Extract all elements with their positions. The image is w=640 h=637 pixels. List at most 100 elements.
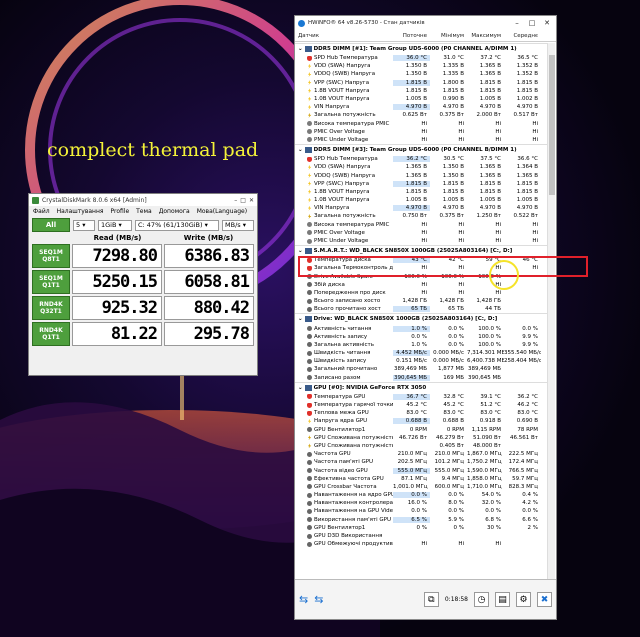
sensor-row[interactable]: Навантаження на ядро GPU 0.0 % 0.0 % 54.0 %…: [295, 491, 548, 499]
nav-arrows-2-icon[interactable]: ⇆: [314, 593, 323, 606]
sensor-row[interactable]: VPP (SWC) Напруга 1.815 В 1.815 В 1.815 В 1.…: [295, 180, 548, 188]
sensor-row[interactable]: GPU Crossbar Частота 1,001.0 МГц 600.0 МГц…: [295, 483, 548, 491]
test-button[interactable]: RND4K Q32T1: [32, 296, 70, 320]
col-current[interactable]: Поточне: [393, 33, 430, 39]
sensor-row[interactable]: SPD Hub Температура 36.0 °C 31.0 °C 37.2 °C…: [295, 54, 548, 62]
hwinfo-titlebar[interactable]: HWiNFO® 64 v8.26-5730 - Стан датчиків – …: [295, 16, 556, 30]
maximize-icon[interactable]: □: [240, 197, 246, 204]
sensor-group-header[interactable]: ⌄ DDR5 DIMM [#3]: Team Group UD5-6000 (P0…: [295, 144, 548, 156]
sensor-row[interactable]: VIN Напруга 4.970 В 4.970 В 4.970 В 4.970 В: [295, 204, 548, 212]
collapse-chevron-icon[interactable]: ⌄: [298, 147, 303, 153]
sensor-row[interactable]: Теплова межа GPU 83.0 °C 83.0 °C 83.0 °C 83.…: [295, 409, 548, 417]
sensor-row[interactable]: GPU Вентилятор1 0 % 0 % 30 % 2 %: [295, 524, 548, 532]
sensor-row[interactable]: Температура GPU 36.7 °C 32.8 °C 39.1 °C 36.2…: [295, 393, 548, 401]
minimize-icon[interactable]: –: [511, 19, 523, 27]
sensor-row[interactable]: PMIC Under Voltage Ні Ні Ні Ні: [295, 136, 548, 144]
maximize-icon[interactable]: □: [526, 19, 538, 27]
scrollbar[interactable]: [547, 43, 555, 581]
close-icon[interactable]: ✕: [541, 19, 553, 27]
menu-theme[interactable]: Тема: [136, 208, 152, 215]
menu-profile[interactable]: Profile: [110, 208, 129, 215]
sensor-row[interactable]: 1.8В VOUT Напруга 1.815 В 1.815 В 1.815 В 1.…: [295, 188, 548, 196]
close-sensors-icon[interactable]: ✖: [537, 592, 552, 607]
sensor-row[interactable]: Активність читання 1.0 % 0.0 % 100.0 % 0.0 %: [295, 324, 548, 332]
sensor-row[interactable]: VDD (SWA) Напруга 1.365 В 1.350 В 1.365 В 1.…: [295, 163, 548, 171]
sensor-row[interactable]: Загальна потужність 0.625 Вт 0.375 Вт 2.000…: [295, 111, 548, 119]
sensor-group-header[interactable]: ⌄ Drive: WD_BLACK SN850X 1000GB (25025A80…: [295, 313, 548, 325]
sensor-row[interactable]: Загальна потужність 0.750 Вт 0.375 Вт 1.250…: [295, 212, 548, 220]
col-sensor[interactable]: Датчик: [295, 33, 393, 39]
sensor-row[interactable]: VDD (SWA) Напруга 1.350 В 1.335 В 1.365 В 1.…: [295, 62, 548, 70]
sensor-row[interactable]: Швидкість запису 0.151 МБ/с 0.000 МБ/с 6,40…: [295, 357, 548, 365]
sensor-row[interactable]: Температура гарячої точки GPU 45.2 °C 45.2…: [295, 401, 548, 409]
test-button[interactable]: RND4K Q1T1: [32, 322, 70, 346]
sensor-row[interactable]: Частота відео GPU 555.0 МГц 555.0 МГц 1,590…: [295, 466, 548, 474]
sensor-row[interactable]: Записано разом 390,645 МБ 169 МБ 390,645 МБ: [295, 374, 548, 382]
settings-icon[interactable]: ⚙: [516, 592, 531, 607]
sensor-row[interactable]: Навантаження контролера пам'яті 16.0 % 8.0…: [295, 499, 548, 507]
all-button[interactable]: All: [32, 218, 70, 232]
sensor-row[interactable]: GPU Обмежуючі продуктивність Ні Ні Ні: [295, 540, 548, 548]
collapse-chevron-icon[interactable]: ⌄: [298, 316, 303, 322]
test-button[interactable]: SEQ1M Q1T1: [32, 270, 70, 294]
sensor-row[interactable]: Висока температура PMIC Ні Ні Ні Ні: [295, 120, 548, 128]
sensor-group-header[interactable]: ⌄ S.M.A.R.T.: WD_BLACK SN850X 1000GB (250…: [295, 245, 548, 257]
sensor-row[interactable]: GPU Споживана потужність Ліміт 0.405 Вт 48…: [295, 442, 548, 450]
clock-icon[interactable]: ◷: [474, 592, 489, 607]
test-button[interactable]: SEQ1M Q8T1: [32, 244, 70, 268]
sensor-row[interactable]: Використання пам'яті GPU 6.5 % 5.9 % 6.8 % 6…: [295, 516, 548, 524]
sensor-row[interactable]: 1.0В VOUT Напруга 1.005 В 1.005 В 1.005 В 1.…: [295, 196, 548, 204]
sensor-row[interactable]: GPU Вентилятор1 0 RPM 0 RPM 1,115 RPM 78 RPM: [295, 426, 548, 434]
menu-language[interactable]: Мова(Language): [197, 208, 247, 215]
cdm-titlebar[interactable]: CrystalDiskMark 8.0.6 x64 [Admin] – □ ✕: [29, 194, 257, 206]
crystaldiskmark-window[interactable]: CrystalDiskMark 8.0.6 x64 [Admin] – □ ✕ …: [28, 193, 258, 376]
sensor-group-header[interactable]: ⌄ DDR5 DIMM [#1]: Team Group UD5-6000 (P0…: [295, 43, 548, 54]
sensor-row[interactable]: 1.0В VOUT Напруга 1.005 В 0.990 В 1.005 В 1.…: [295, 95, 548, 103]
hwinfo-window[interactable]: HWiNFO® 64 v8.26-5730 - Стан датчиків – …: [294, 15, 557, 620]
sensor-row[interactable]: Частота пам'яті GPU 202.5 МГц 101.2 МГц 1,7…: [295, 458, 548, 466]
sensor-row[interactable]: VPP (SWC) Напруга 1.815 В 1.800 В 1.815 В 1.…: [295, 79, 548, 87]
collapse-chevron-icon[interactable]: ⌄: [298, 46, 303, 52]
collapse-chevron-icon[interactable]: ⌄: [298, 248, 303, 254]
sensor-row[interactable]: PMIC Over Voltage Ні Ні Ні Ні: [295, 128, 548, 136]
size-select[interactable]: 1GiB ▾: [98, 219, 132, 231]
scroll-thumb[interactable]: [549, 55, 555, 195]
sensor-row[interactable]: Активність запису 0.0 % 0.0 % 100.0 % 9.9 %: [295, 333, 548, 341]
sensor-row[interactable]: Частота GPU 210.0 МГц 210.0 МГц 1,867.0 МГц…: [295, 450, 548, 458]
unit-select[interactable]: MB/s ▾: [222, 219, 254, 231]
count-select[interactable]: 5 ▾: [73, 219, 95, 231]
drive-select[interactable]: C: 47% (61/130GiB) ▾: [135, 219, 219, 231]
col-avg[interactable]: Середнє: [504, 33, 541, 39]
sensor-row[interactable]: Напруга ядра GPU 0.688 В 0.688 В 0.918 В 0.6…: [295, 417, 548, 425]
menu-settings[interactable]: Налаштування: [57, 208, 104, 215]
sensor-row[interactable]: Всього прочитано хост 65 ТБ 65 ТБ 44 ТБ: [295, 305, 548, 313]
sensor-row[interactable]: Швидкість читання 4.452 МБ/с 0.000 МБ/с 7,3…: [295, 349, 548, 357]
sensor-row[interactable]: GPU D3D Використання: [295, 532, 548, 540]
sensor-row[interactable]: Загальний прочитано 389,469 МБ 1,877 МБ 389…: [295, 365, 548, 373]
network-icon[interactable]: ⧉: [423, 592, 439, 607]
sensor-row[interactable]: Загальна активність 1.0 % 0.0 % 100.0 % 9.9 …: [295, 341, 548, 349]
sensor-row[interactable]: 1.8В VOUT Напруга 1.815 В 1.815 В 1.815 В 1.…: [295, 87, 548, 95]
sensor-row[interactable]: SPD Hub Температура 36.2 °C 30.5 °C 37.5 °C…: [295, 155, 548, 163]
report-icon[interactable]: ▤: [495, 592, 510, 607]
sensor-row[interactable]: Попередження про диск Ні Ні Ні: [295, 289, 548, 297]
menu-file[interactable]: Файл: [33, 208, 50, 215]
sensor-row[interactable]: VDDQ (SWB) Напруга 1.350 В 1.335 В 1.365 В 1…: [295, 70, 548, 78]
sensor-row[interactable]: GPU Споживана потужність (Нормалізована)…: [295, 434, 548, 442]
collapse-chevron-icon[interactable]: ⌄: [298, 385, 303, 391]
sensor-row[interactable]: Всього записано хосто 1,428 ГБ 1,428 ГБ 1,4…: [295, 297, 548, 305]
sensor-row[interactable]: PMIC Under Voltage Ні Ні Ні Ні: [295, 237, 548, 245]
sensor-row[interactable]: PMIC Over Voltage Ні Ні Ні Ні: [295, 229, 548, 237]
col-max[interactable]: Максимум: [467, 33, 504, 39]
menu-help[interactable]: Допомога: [159, 208, 190, 215]
nav-arrows-icon[interactable]: ⇆: [299, 593, 308, 606]
sensor-list[interactable]: ⌄ DDR5 DIMM [#1]: Team Group UD5-6000 (P0…: [295, 43, 548, 581]
sensor-row[interactable]: Висока температура PMIC Ні Ні Ні Ні: [295, 221, 548, 229]
col-min[interactable]: Мінімум: [430, 33, 467, 39]
minimize-icon[interactable]: –: [234, 197, 237, 204]
sensor-row[interactable]: Ефективна частота GPU 87.1 МГц 9.4 МГц 1,85…: [295, 475, 548, 483]
close-icon[interactable]: ✕: [249, 197, 254, 204]
sensor-row[interactable]: Навантаження на GPU Video Engine 0.0 % 0.0…: [295, 507, 548, 515]
sensor-row[interactable]: VDDQ (SWB) Напруга 1.365 В 1.350 В 1.365 В 1…: [295, 171, 548, 179]
sensor-row[interactable]: VIN Напруга 4.970 В 4.970 В 4.970 В 4.970 В: [295, 103, 548, 111]
